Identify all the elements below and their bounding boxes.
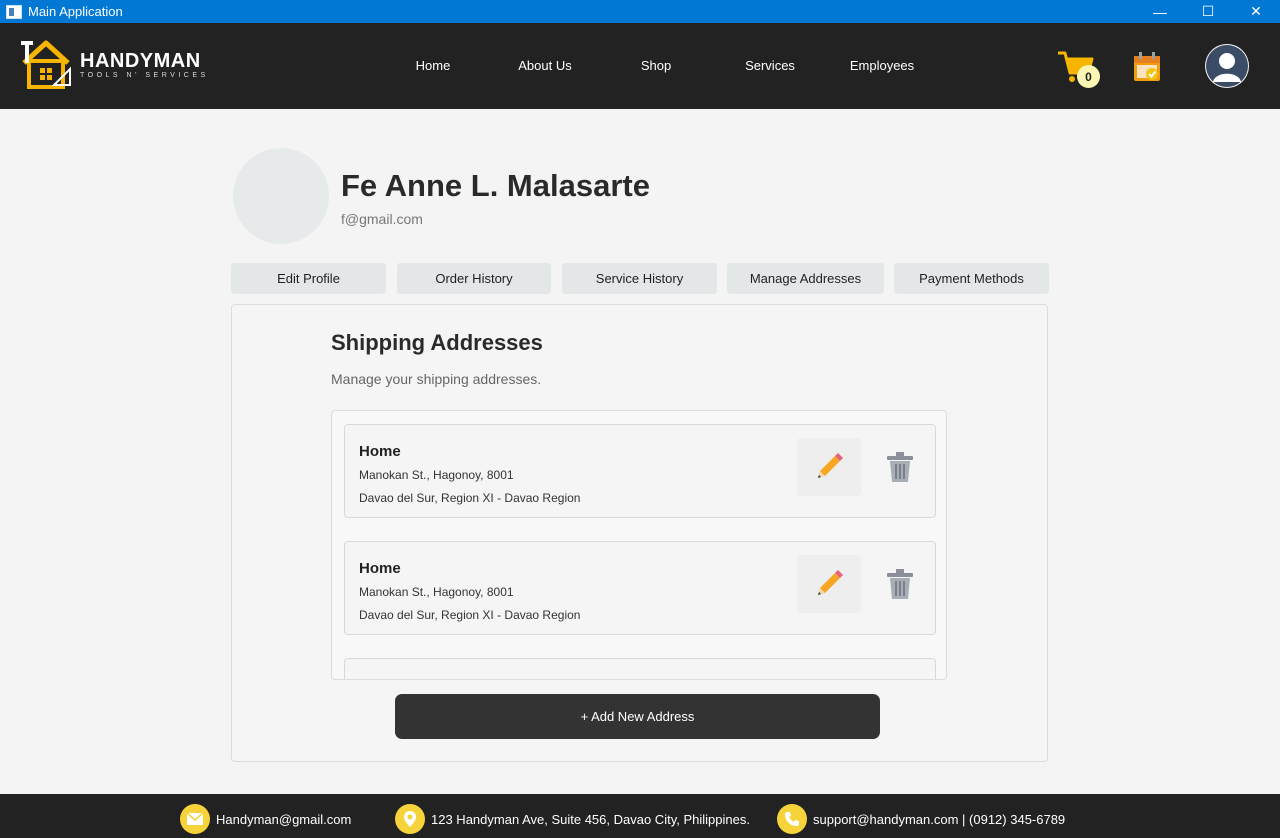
nav-shop[interactable]: Shop	[641, 58, 671, 73]
location-pin-icon	[395, 804, 425, 834]
panel-title: Shipping Addresses	[331, 330, 543, 355]
calendar-icon[interactable]	[1132, 51, 1162, 83]
profile-tabs: Edit Profile Order History Service Histo…	[0, 263, 1280, 295]
app-icon	[6, 4, 22, 19]
address-list[interactable]: Home Manokan St., Hagonoy, 8001 Davao de…	[331, 410, 947, 680]
trash-icon	[887, 569, 913, 599]
footer-address: 123 Handyman Ave, Suite 456, Davao City,…	[395, 804, 750, 834]
footer-support-text: support@handyman.com | (0912) 345-6789	[813, 811, 1066, 827]
maximize-button[interactable]: ☐	[1184, 0, 1232, 23]
address-label: Home	[359, 443, 401, 460]
address-line-1: Manokan St., Hagonoy, 8001	[359, 585, 514, 599]
delete-address-button[interactable]	[875, 442, 925, 492]
footer: Handyman@gmail.com 123 Handyman Ave, Sui…	[0, 794, 1280, 838]
address-card-partial	[344, 658, 936, 679]
edit-address-button[interactable]	[797, 555, 861, 613]
tab-payment-methods[interactable]: Payment Methods	[894, 263, 1049, 294]
address-line-2: Davao del Sur, Region XI - Davao Region	[359, 491, 581, 505]
minimize-button[interactable]: —	[1136, 0, 1184, 23]
nav-about-us[interactable]: About Us	[518, 58, 571, 73]
edit-address-button[interactable]	[797, 438, 861, 496]
add-new-address-button[interactable]: + Add New Address	[395, 694, 880, 739]
pencil-icon	[818, 570, 843, 595]
pencil-icon	[818, 453, 843, 478]
user-avatar-button[interactable]	[1205, 44, 1249, 88]
footer-email: Handyman@gmail.com	[180, 804, 351, 834]
window-title: Main Application	[28, 4, 123, 19]
nav-home[interactable]: Home	[416, 58, 451, 73]
trash-icon	[887, 452, 913, 482]
address-card: Home Manokan St., Hagonoy, 8001 Davao de…	[344, 424, 936, 518]
envelope-icon	[180, 804, 210, 834]
footer-support: support@handyman.com | (0912) 345-6789	[777, 804, 1065, 834]
footer-address-text: 123 Handyman Ave, Suite 456, Davao City,…	[431, 811, 750, 827]
address-line-1: Manokan St., Hagonoy, 8001	[359, 468, 514, 482]
tab-service-history[interactable]: Service History	[562, 263, 717, 294]
user-icon	[1206, 45, 1248, 87]
close-button[interactable]: ✕	[1232, 0, 1280, 23]
phone-icon	[777, 804, 807, 834]
header-navbar: HANDYMAN TOOLS N' SERVICES Home About Us…	[0, 23, 1280, 109]
panel-subtitle: Manage your shipping addresses.	[331, 371, 542, 387]
tab-edit-profile[interactable]: Edit Profile	[231, 263, 386, 294]
profile-avatar	[233, 148, 329, 244]
profile-name: Fe Anne L. Malasarte	[341, 168, 650, 203]
footer-email-text: Handyman@gmail.com	[216, 811, 352, 827]
tab-order-history[interactable]: Order History	[397, 263, 551, 294]
tab-manage-addresses[interactable]: Manage Addresses	[727, 263, 884, 294]
address-line-2: Davao del Sur, Region XI - Davao Region	[359, 608, 581, 622]
nav-services[interactable]: Services	[745, 58, 795, 73]
window-controls: — ☐ ✕	[1136, 0, 1280, 23]
window-titlebar: Main Application — ☐ ✕	[0, 0, 1280, 23]
address-label: Home	[359, 560, 401, 577]
delete-address-button[interactable]	[875, 559, 925, 609]
cart-count-badge: 0	[1077, 65, 1100, 88]
address-card: Home Manokan St., Hagonoy, 8001 Davao de…	[344, 541, 936, 635]
profile-email: f@gmail.com	[341, 211, 423, 227]
nav-employees[interactable]: Employees	[850, 58, 914, 73]
